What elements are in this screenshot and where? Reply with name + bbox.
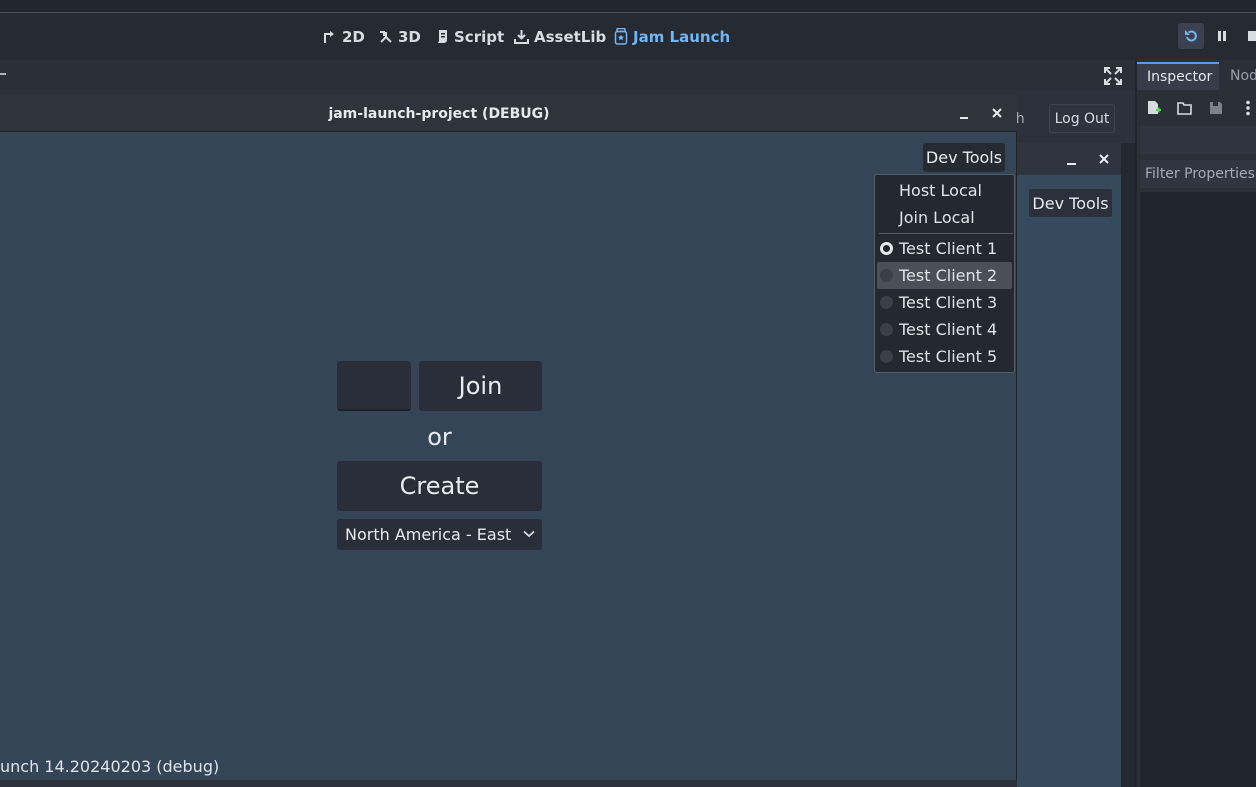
reload-button[interactable] xyxy=(1178,23,1204,49)
2d-icon xyxy=(324,30,334,43)
inspector-property-list xyxy=(1140,192,1256,787)
save-icon[interactable] xyxy=(1209,101,1223,115)
assetlib-icon xyxy=(514,30,529,44)
workspace-2d-button[interactable]: 2D xyxy=(323,13,365,60)
filter-properties-placeholder: Filter Properties xyxy=(1145,166,1255,182)
script-icon xyxy=(437,30,447,43)
create-button-label: Create xyxy=(399,472,480,500)
workspace-assetlib-label: AssetLib xyxy=(534,27,607,46)
radio-unchecked-icon xyxy=(880,323,893,336)
game-window-title: jam-launch-project (DEBUG) xyxy=(328,105,550,122)
menu-item-join-local[interactable]: Join Local xyxy=(877,204,1012,231)
more-options-icon[interactable] xyxy=(1245,100,1251,116)
minimize-icon[interactable] xyxy=(957,107,971,121)
tab-node-label: Node xyxy=(1230,68,1256,84)
reload-icon xyxy=(1185,30,1197,42)
tab-node[interactable]: Node xyxy=(1220,62,1256,90)
session-code-input[interactable] xyxy=(337,361,411,411)
menu-item-label: Test Client 5 xyxy=(899,347,998,366)
inspector-object-path xyxy=(1140,126,1256,154)
editor-main-toolbar: 2D 3D Script AssetLib Jam Launch xyxy=(0,13,1256,60)
stop-button[interactable] xyxy=(1240,23,1256,49)
new-resource-icon[interactable] xyxy=(1146,100,1161,116)
workspace-script-button[interactable]: Script xyxy=(435,13,504,60)
workspace-jam-launch-label: Jam Launch xyxy=(633,27,731,46)
menu-item-test-client-1[interactable]: Test Client 1 xyxy=(877,235,1012,262)
editor-title-strip xyxy=(0,0,1256,13)
workspace-assetlib-button[interactable]: AssetLib xyxy=(514,13,606,60)
version-label: unch 14.20240203 (debug) xyxy=(0,756,220,776)
menu-item-label: Test Client 1 xyxy=(899,239,998,258)
menu-item-label: Test Client 3 xyxy=(899,293,998,312)
3d-icon xyxy=(380,30,392,43)
create-button[interactable]: Create xyxy=(337,461,542,511)
inspector-toolbar xyxy=(1137,92,1256,124)
join-button-label: Join xyxy=(458,372,503,400)
pause-icon xyxy=(1218,31,1226,41)
chevron-down-icon xyxy=(523,530,535,538)
workspace-2d-label: 2D xyxy=(342,27,365,46)
stop-icon xyxy=(1248,31,1256,41)
game-window-titlebar: jam-launch-project (DEBUG) xyxy=(0,95,1017,132)
or-separator-label: or xyxy=(427,423,452,451)
devtools-button[interactable]: Dev Tools xyxy=(923,143,1005,172)
menu-item-label: Test Client 2 xyxy=(899,266,998,285)
filter-properties-input[interactable]: Filter Properties xyxy=(1140,160,1256,188)
devtools-button-label: Dev Tools xyxy=(925,148,1003,167)
tab-inspector-label: Inspector xyxy=(1147,69,1213,85)
tab-inspector[interactable]: Inspector xyxy=(1137,62,1219,90)
background-window-titlebar xyxy=(1013,143,1123,175)
background-devtools-label: Dev Tools xyxy=(1032,193,1109,213)
jam-launch-icon xyxy=(614,28,628,45)
workspace-3d-label: 3D xyxy=(398,27,421,46)
game-window-content xyxy=(0,132,1017,780)
join-button[interactable]: Join xyxy=(419,361,542,411)
background-window-edge xyxy=(1121,143,1135,787)
region-select-value: North America - East xyxy=(345,525,512,544)
menu-item-join-local-label: Join Local xyxy=(899,208,975,227)
logout-button-label: Log Out xyxy=(1054,110,1110,127)
open-folder-icon[interactable] xyxy=(1177,101,1193,115)
viewport-header-bar xyxy=(0,60,1135,90)
menu-separator xyxy=(879,233,1013,234)
menu-item-label: Test Client 4 xyxy=(899,320,998,339)
menu-item-host-local-label: Host Local xyxy=(899,181,982,200)
close-icon[interactable] xyxy=(1097,151,1111,165)
region-select[interactable]: North America - East xyxy=(337,519,542,550)
background-devtools-button[interactable]: Dev Tools xyxy=(1029,189,1112,217)
radio-unchecked-icon xyxy=(880,269,893,282)
menu-item-host-local[interactable]: Host Local xyxy=(877,177,1012,204)
fullscreen-icon[interactable] xyxy=(1104,67,1122,85)
workspace-script-label: Script xyxy=(454,27,505,46)
menu-item-test-client-5[interactable]: Test Client 5 xyxy=(877,343,1012,370)
workspace-jam-launch-button[interactable]: Jam Launch xyxy=(614,13,730,60)
close-icon[interactable] xyxy=(990,105,1004,119)
radio-unchecked-icon xyxy=(880,296,893,309)
menu-item-test-client-2[interactable]: Test Client 2 xyxy=(877,262,1012,289)
background-game-window xyxy=(1013,143,1123,787)
radio-unchecked-icon xyxy=(880,350,893,363)
minimize-icon[interactable] xyxy=(1065,152,1079,166)
workspace-3d-button[interactable]: 3D xyxy=(379,13,421,60)
game-window-bottom-edge xyxy=(0,780,1017,787)
radio-checked-icon xyxy=(880,242,893,255)
pause-button[interactable] xyxy=(1209,23,1235,49)
menu-item-test-client-3[interactable]: Test Client 3 xyxy=(877,289,1012,316)
logout-button[interactable]: Log Out xyxy=(1049,104,1115,133)
viewport-tab-indicator xyxy=(0,73,6,75)
menu-item-test-client-4[interactable]: Test Client 4 xyxy=(877,316,1012,343)
